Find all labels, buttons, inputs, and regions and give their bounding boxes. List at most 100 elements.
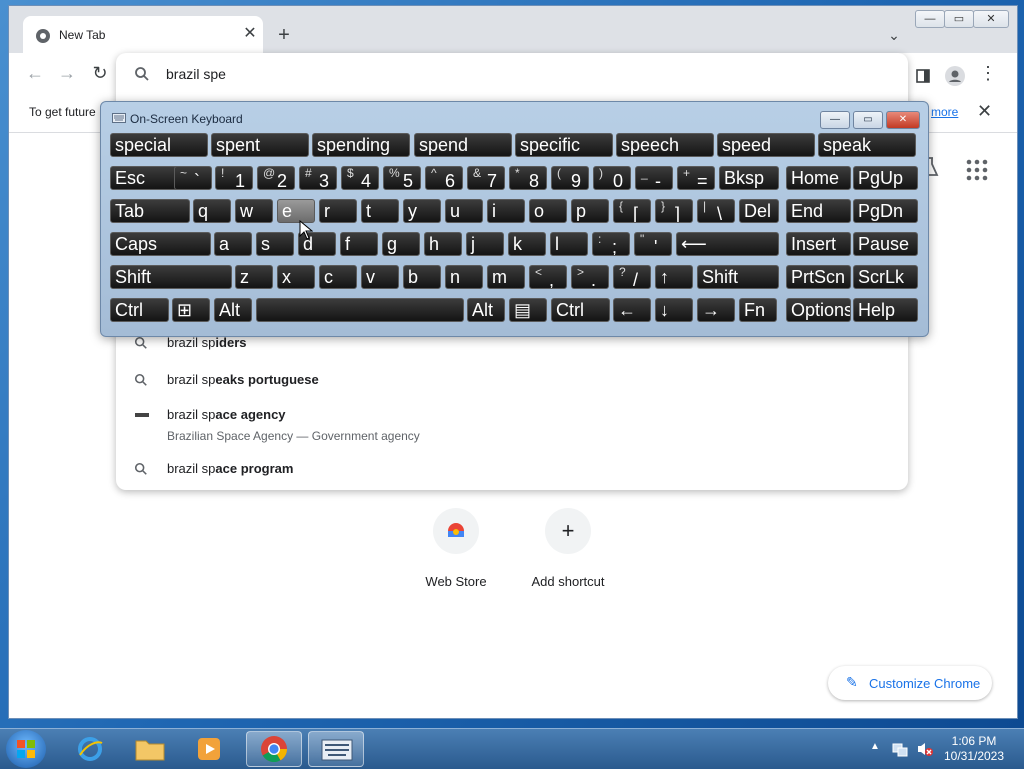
info-bar-link[interactable]: more xyxy=(931,105,958,119)
osk-key[interactable]: PgUp xyxy=(853,166,918,190)
suggestion-row[interactable]: brazil space agency Brazilian Space Agen… xyxy=(116,399,908,447)
osk-key[interactable]: b xyxy=(403,265,441,289)
osk-key[interactable]: " ' xyxy=(634,232,672,256)
prediction-key[interactable]: spent xyxy=(211,133,309,157)
osk-key[interactable]: t xyxy=(361,199,399,223)
osk-key[interactable]: Options xyxy=(786,298,851,322)
osk-key[interactable]: ▤ xyxy=(509,298,547,322)
osk-key[interactable]: <, xyxy=(529,265,567,289)
osk-key[interactable]: l xyxy=(550,232,588,256)
osk-key[interactable]: Alt xyxy=(214,298,252,322)
osk-key[interactable]: x xyxy=(277,265,315,289)
osk-key[interactable]: r xyxy=(319,199,357,223)
osk-key[interactable]: ! 1 xyxy=(215,166,253,190)
network-icon[interactable] xyxy=(892,741,908,757)
osk-key[interactable]: → xyxy=(697,298,735,322)
osk-key[interactable]: & 7 xyxy=(467,166,505,190)
prediction-key[interactable]: specific xyxy=(515,133,613,157)
osk-key[interactable]: Esc xyxy=(110,166,181,190)
osk-key[interactable]: End xyxy=(786,199,851,223)
reload-icon[interactable]: ↻ xyxy=(89,62,111,84)
osk-maximize-button[interactable]: ▭ xyxy=(853,111,883,129)
osk-minimize-button[interactable]: — xyxy=(820,111,850,129)
osk-key[interactable]: n xyxy=(445,265,483,289)
shortcut-web-store[interactable]: Web Store xyxy=(410,508,500,598)
osk-key[interactable]: :; xyxy=(592,232,630,256)
side-panel-icon[interactable] xyxy=(916,69,930,83)
osk-key[interactable]: q xyxy=(193,199,231,223)
maximize-button[interactable]: ▭ xyxy=(944,10,974,28)
prediction-key[interactable]: spending xyxy=(312,133,410,157)
osk-key[interactable]: + = xyxy=(677,166,715,190)
osk-key[interactable]: w xyxy=(235,199,273,223)
shortcut-add[interactable]: + Add shortcut xyxy=(522,508,612,598)
customize-chrome-button[interactable]: ✎ Customize Chrome xyxy=(828,666,992,700)
start-button[interactable] xyxy=(6,730,46,768)
osk-key[interactable]: z xyxy=(235,265,273,289)
minimize-button[interactable]: — xyxy=(915,10,945,28)
volume-muted-icon[interactable] xyxy=(916,741,934,757)
osk-key[interactable]: Tab xyxy=(110,199,190,223)
osk-key[interactable]: Del xyxy=(739,199,779,223)
osk-key[interactable]: Pause xyxy=(853,232,918,256)
osk-key[interactable]: Ctrl xyxy=(551,298,610,322)
forward-icon[interactable]: → xyxy=(56,62,78,84)
osk-key[interactable]: (9 xyxy=(551,166,589,190)
osk-key[interactable] xyxy=(256,298,464,322)
osk-key[interactable]: ^ 6 xyxy=(425,166,463,190)
osk-key[interactable]: k xyxy=(508,232,546,256)
info-bar-close-icon[interactable]: ✕ xyxy=(977,101,992,122)
osk-key[interactable]: @2 xyxy=(257,166,295,190)
osk-key[interactable]: c xyxy=(319,265,357,289)
osk-key[interactable]: g xyxy=(382,232,420,256)
chrome-icon[interactable] xyxy=(246,731,302,767)
osk-key[interactable]: j xyxy=(466,232,504,256)
osk-key[interactable]: i xyxy=(487,199,525,223)
osk-key[interactable]: Alt xyxy=(467,298,505,322)
osk-key[interactable]: h xyxy=(424,232,462,256)
osk-key[interactable]: Insert xyxy=(786,232,851,256)
taskbar-clock[interactable]: 1:06 PM 10/31/2023 xyxy=(942,734,1006,764)
osk-key[interactable]: ? / xyxy=(613,265,651,289)
internet-explorer-icon[interactable] xyxy=(62,731,118,767)
osk-key[interactable]: v xyxy=(361,265,399,289)
menu-kebab-icon[interactable]: ⋮ xyxy=(977,62,999,84)
osk-key[interactable]: ← xyxy=(613,298,651,322)
osk-key[interactable]: Ctrl xyxy=(110,298,169,322)
osk-key[interactable]: a xyxy=(214,232,252,256)
tab-close-icon[interactable]: ✕ xyxy=(241,25,259,43)
omnibox-input[interactable]: brazil spe xyxy=(166,66,226,82)
prediction-key[interactable]: special xyxy=(110,133,208,157)
osk-key[interactable]: ⟵ xyxy=(676,232,779,256)
osk-key[interactable]: o xyxy=(529,199,567,223)
osk-key[interactable]: y xyxy=(403,199,441,223)
prediction-key[interactable]: speed xyxy=(717,133,815,157)
osk-key[interactable]: $4 xyxy=(341,166,379,190)
osk-key[interactable]: Caps xyxy=(110,232,211,256)
prediction-key[interactable]: speech xyxy=(616,133,714,157)
osk-key[interactable]: f xyxy=(340,232,378,256)
prediction-key[interactable]: speak xyxy=(818,133,916,157)
osk-key[interactable]: Shift xyxy=(697,265,779,289)
osk-key[interactable]: * 8 xyxy=(509,166,547,190)
back-icon[interactable]: ← xyxy=(24,62,46,84)
profile-avatar-icon[interactable] xyxy=(945,66,965,86)
osk-key[interactable]: Bksp xyxy=(719,166,779,190)
osk-key[interactable]: ↑ xyxy=(655,265,693,289)
close-window-button[interactable]: ✕ xyxy=(973,10,1009,28)
osk-key[interactable]: {[ xyxy=(613,199,651,223)
osk-key[interactable]: ⊞ xyxy=(172,298,210,322)
osk-key[interactable]: ~ ` xyxy=(174,166,212,190)
osk-key[interactable]: s xyxy=(256,232,294,256)
osk-key[interactable]: Shift xyxy=(110,265,232,289)
file-explorer-icon[interactable] xyxy=(122,731,178,767)
osk-close-button[interactable]: ✕ xyxy=(886,111,920,129)
osk-key[interactable]: }] xyxy=(655,199,693,223)
osk-key[interactable]: p xyxy=(571,199,609,223)
osk-key[interactable]: % 5 xyxy=(383,166,421,190)
osk-key[interactable]: >. xyxy=(571,265,609,289)
tab-new-tab[interactable]: New Tab ✕ xyxy=(23,16,263,53)
osk-key[interactable]: ) 0 xyxy=(593,166,631,190)
osk-key[interactable]: _ - xyxy=(635,166,673,190)
tab-search-icon[interactable]: ⌄ xyxy=(883,24,905,46)
